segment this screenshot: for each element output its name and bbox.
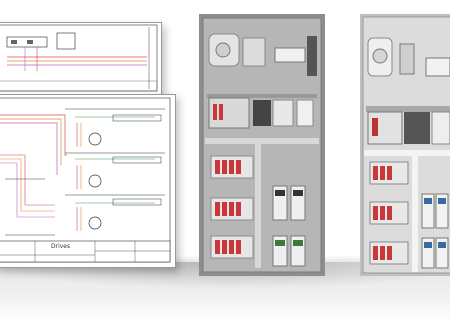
drive-row-1 <box>65 108 165 147</box>
cabinet-render-drawing <box>199 14 325 276</box>
schematic-sheet-back <box>0 22 162 96</box>
cabinet-render <box>199 14 325 276</box>
cabinet-photo <box>360 14 450 276</box>
composite-image: Drives <box>0 0 450 321</box>
title-block <box>0 240 171 263</box>
schematic-back-drawing <box>0 24 158 92</box>
schematic-sheet-front: Drives <box>0 94 176 268</box>
breaker-rows <box>210 155 254 259</box>
schematic-front-drawing <box>0 97 171 263</box>
photo-breaker-rows <box>369 161 409 265</box>
drive-row-2 <box>65 152 165 189</box>
drive-row-3 <box>65 194 165 231</box>
title-block-label: Drives <box>51 243 71 250</box>
cabinet-photo-drawing <box>360 14 450 276</box>
